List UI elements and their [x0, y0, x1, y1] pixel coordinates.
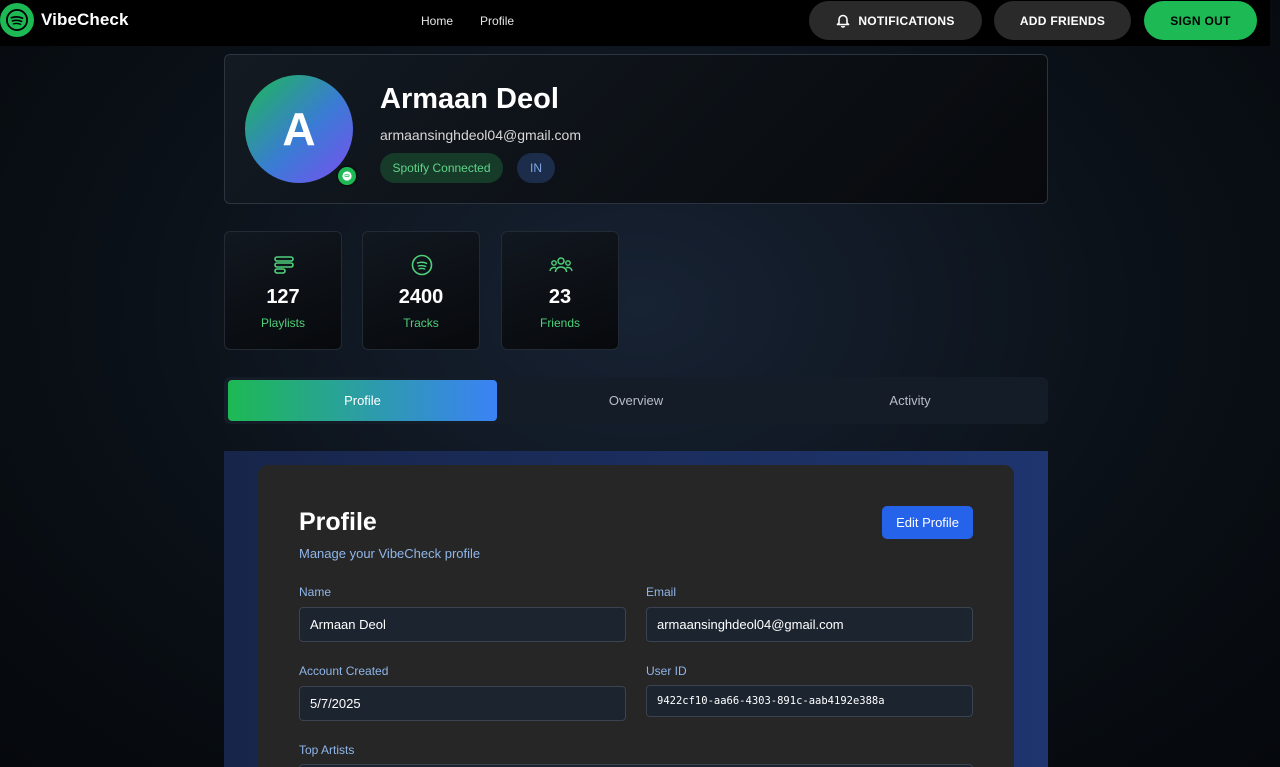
stat-value: 2400: [398, 286, 444, 308]
profile-card: Profile Manage your VibeCheck profile Ed…: [258, 465, 1014, 767]
stat-value: 23: [548, 286, 572, 308]
profile-card-title: Profile: [299, 508, 377, 536]
stat-label: Tracks: [403, 316, 439, 330]
notifications-label: NOTIFICATIONS: [858, 13, 955, 28]
user-email: armaansinghdeol04@gmail.com: [380, 127, 581, 143]
tab-bar: Profile Overview Activity: [224, 377, 1048, 424]
name-label: Name: [299, 585, 332, 599]
tab-overview[interactable]: Overview: [502, 380, 770, 421]
stat-label: Playlists: [260, 316, 305, 330]
nav-home-link[interactable]: Home: [421, 14, 453, 28]
sign-out-button[interactable]: SIGN OUT: [1144, 1, 1257, 40]
account-created-field[interactable]: 5/7/2025: [299, 686, 626, 721]
edit-profile-button[interactable]: Edit Profile: [882, 506, 973, 539]
email-label: Email: [646, 585, 677, 599]
profile-card-subtitle: Manage your VibeCheck profile: [299, 546, 481, 561]
name-field[interactable]: Armaan Deol: [299, 607, 626, 642]
profile-header-card: A Armaan Deol armaansinghdeol04@gmail.co…: [224, 54, 1048, 204]
tab-activity[interactable]: Activity: [776, 380, 1044, 421]
spotify-icon: [410, 254, 434, 276]
user-id-field[interactable]: 9422cf10-aa66-4303-891c-aab4192e388a: [646, 685, 973, 717]
brand[interactable]: VibeCheck: [0, 3, 129, 37]
notifications-button[interactable]: NOTIFICATIONS: [809, 1, 982, 40]
friends-icon: [549, 254, 573, 276]
add-friends-button[interactable]: ADD FRIENDS: [994, 1, 1131, 40]
user-name: Armaan Deol: [380, 83, 559, 115]
country-badge: IN: [517, 153, 555, 183]
playlist-icon: [272, 254, 296, 276]
spotify-badge-icon: [336, 165, 358, 187]
spotify-connected-badge: Spotify Connected: [380, 153, 503, 183]
stat-card-friends: 23 Friends: [501, 231, 619, 350]
brand-name: VibeCheck: [41, 10, 129, 29]
spotify-logo-icon: [0, 3, 34, 37]
navbar: VibeCheck Home Profile NOTIFICATIONS ADD…: [0, 0, 1270, 46]
user-id-label: User ID: [646, 664, 687, 678]
nav-links: Home Profile: [421, 14, 514, 28]
stat-label: Friends: [539, 316, 580, 330]
tab-profile[interactable]: Profile: [228, 380, 497, 421]
avatar: A: [245, 75, 353, 183]
stat-value: 127: [266, 286, 300, 308]
email-field[interactable]: armaansinghdeol04@gmail.com: [646, 607, 973, 642]
bell-icon: [837, 14, 850, 28]
stat-card-playlists: 127 Playlists: [224, 231, 342, 350]
account-created-label: Account Created: [299, 664, 389, 678]
stat-card-tracks: 2400 Tracks: [362, 231, 480, 350]
nav-profile-link[interactable]: Profile: [480, 14, 514, 28]
top-artists-label: Top Artists: [299, 743, 355, 757]
